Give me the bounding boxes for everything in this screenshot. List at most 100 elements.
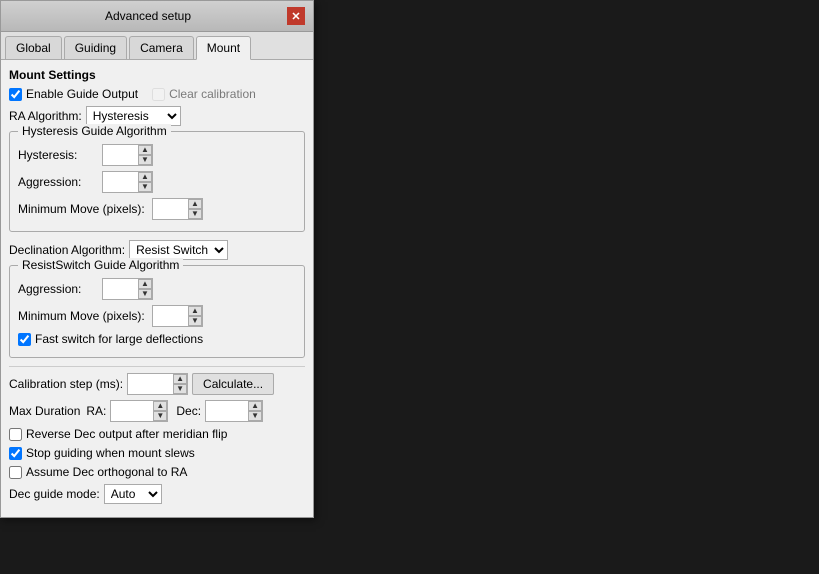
- stop-guiding-label: Stop guiding when mount slews: [26, 446, 195, 460]
- separator1: [9, 366, 305, 367]
- cal-step-up-btn[interactable]: ▲: [173, 374, 187, 384]
- tab-camera[interactable]: Camera: [129, 36, 194, 59]
- max-duration-row: Max Duration RA: 2000 ▲ ▼ Dec: 2000 ▲ ▼: [9, 400, 305, 422]
- max-duration-ra-input[interactable]: 2000: [111, 403, 153, 419]
- rs-aggression-input[interactable]: 100: [103, 281, 138, 297]
- tab-guiding[interactable]: Guiding: [64, 36, 127, 59]
- cal-step-spinner: 3000 ▲ ▼: [127, 373, 188, 395]
- assume-dec-checkbox[interactable]: [9, 466, 22, 479]
- guide-output-row: Enable Guide Output Clear calibration: [9, 87, 305, 101]
- hy-aggression-spinner-btns: ▲ ▼: [138, 172, 152, 192]
- resistswitch-group: ResistSwitch Guide Algorithm Aggression:…: [9, 265, 305, 358]
- mount-content: Mount Settings Enable Guide Output Clear…: [1, 60, 313, 517]
- hysteresis-inner: Hysteresis: 10 ▲ ▼ Aggression: 70: [18, 144, 296, 220]
- hy-aggression-row: Aggression: 70 ▲ ▼: [18, 171, 296, 193]
- reverse-dec-row: Reverse Dec output after meridian flip: [9, 427, 305, 441]
- max-duration-ra-spinner: 2000 ▲ ▼: [110, 400, 168, 422]
- hy-aggression-input[interactable]: 70: [103, 174, 138, 190]
- close-button[interactable]: ✕: [287, 7, 305, 25]
- hysteresis-group: Hysteresis Guide Algorithm Hysteresis: 1…: [9, 131, 305, 232]
- dec-algorithm-select[interactable]: Resist Switch None LowPass: [129, 240, 228, 260]
- cal-step-spinner-btns: ▲ ▼: [173, 374, 187, 394]
- rs-minmove-down-btn[interactable]: ▼: [188, 316, 202, 326]
- resistswitch-inner: Aggression: 100 ▲ ▼ Minimum Move (pixels…: [18, 278, 296, 346]
- stop-guiding-row: Stop guiding when mount slews: [9, 446, 305, 460]
- rs-minmove-spinner: 0.20 ▲ ▼: [152, 305, 203, 327]
- max-duration-dec-up-btn[interactable]: ▲: [248, 401, 262, 411]
- max-duration-ra-up-btn[interactable]: ▲: [153, 401, 167, 411]
- max-duration-label: Max Duration: [9, 404, 80, 418]
- fast-switch-label: Fast switch for large deflections: [35, 332, 203, 346]
- dec-guide-mode-select[interactable]: Auto None North South: [104, 484, 162, 504]
- hy-aggression-down-btn[interactable]: ▼: [138, 182, 152, 192]
- ra-algorithm-select[interactable]: Hysteresis ResistSwitch LowPass LowPass2: [86, 106, 181, 126]
- hysteresis-row: Hysteresis: 10 ▲ ▼: [18, 144, 296, 166]
- hy-minmove-label: Minimum Move (pixels):: [18, 202, 148, 216]
- fast-switch-row: Fast switch for large deflections: [18, 332, 296, 346]
- resistswitch-legend: ResistSwitch Guide Algorithm: [18, 258, 183, 272]
- rs-minmove-up-btn[interactable]: ▲: [188, 306, 202, 316]
- rs-minmove-spinner-btns: ▲ ▼: [188, 306, 202, 326]
- rs-minmove-label: Minimum Move (pixels):: [18, 309, 148, 323]
- dec-algorithm-label: Declination Algorithm:: [9, 243, 125, 257]
- tab-global[interactable]: Global: [5, 36, 62, 59]
- max-duration-dec-spinner-btns: ▲ ▼: [248, 401, 262, 421]
- mount-settings-title: Mount Settings: [9, 68, 305, 82]
- hy-minmove-input[interactable]: 0.20: [153, 201, 188, 217]
- cal-step-down-btn[interactable]: ▼: [173, 384, 187, 394]
- hy-minmove-up-btn[interactable]: ▲: [188, 199, 202, 209]
- hysteresis-label: Hysteresis:: [18, 148, 98, 162]
- hysteresis-input[interactable]: 10: [103, 147, 138, 163]
- hy-minmove-spinner: 0.20 ▲ ▼: [152, 198, 203, 220]
- clear-calibration-checkbox[interactable]: [152, 88, 165, 101]
- enable-guide-output-label: Enable Guide Output: [26, 87, 138, 101]
- cal-step-row: Calibration step (ms): 3000 ▲ ▼ Calculat…: [9, 373, 305, 395]
- assume-dec-label: Assume Dec orthogonal to RA: [26, 465, 187, 479]
- ra-algorithm-label: RA Algorithm:: [9, 109, 82, 123]
- hy-minmove-down-btn[interactable]: ▼: [188, 209, 202, 219]
- hysteresis-spinner: 10 ▲ ▼: [102, 144, 153, 166]
- max-duration-dec-input[interactable]: 2000: [206, 403, 248, 419]
- hysteresis-down-btn[interactable]: ▼: [138, 155, 152, 165]
- cal-step-label: Calibration step (ms):: [9, 377, 123, 391]
- dec-guide-mode-row: Dec guide mode: Auto None North South: [9, 484, 305, 504]
- hysteresis-spinner-btns: ▲ ▼: [138, 145, 152, 165]
- reverse-dec-label: Reverse Dec output after meridian flip: [26, 427, 227, 441]
- max-duration-ra-down-btn[interactable]: ▼: [153, 411, 167, 421]
- rs-aggression-down-btn[interactable]: ▼: [138, 289, 152, 299]
- enable-guide-output-checkbox[interactable]: [9, 88, 22, 101]
- max-duration-ra-spinner-btns: ▲ ▼: [153, 401, 167, 421]
- ra-algorithm-row: RA Algorithm: Hysteresis ResistSwitch Lo…: [9, 106, 305, 126]
- max-duration-dec-spinner: 2000 ▲ ▼: [205, 400, 263, 422]
- rs-aggression-spinner: 100 ▲ ▼: [102, 278, 153, 300]
- main-window: Advanced setup ✕ Global Guiding Camera M…: [0, 0, 314, 518]
- hysteresis-up-btn[interactable]: ▲: [138, 145, 152, 155]
- fast-switch-checkbox[interactable]: [18, 333, 31, 346]
- window-title: Advanced setup: [9, 9, 287, 23]
- hy-minmove-row: Minimum Move (pixels): 0.20 ▲ ▼: [18, 198, 296, 220]
- hy-aggression-spinner: 70 ▲ ▼: [102, 171, 153, 193]
- rs-minmove-input[interactable]: 0.20: [153, 308, 188, 324]
- dec-guide-mode-label: Dec guide mode:: [9, 487, 100, 501]
- tab-mount[interactable]: Mount: [196, 36, 251, 60]
- max-duration-dec-label: Dec:: [176, 404, 201, 418]
- clear-calibration-label: Clear calibration: [169, 87, 256, 101]
- rs-aggression-row: Aggression: 100 ▲ ▼: [18, 278, 296, 300]
- hysteresis-legend: Hysteresis Guide Algorithm: [18, 124, 171, 138]
- hy-aggression-up-btn[interactable]: ▲: [138, 172, 152, 182]
- rs-aggression-up-btn[interactable]: ▲: [138, 279, 152, 289]
- calculate-button[interactable]: Calculate...: [192, 373, 274, 395]
- reverse-dec-checkbox[interactable]: [9, 428, 22, 441]
- assume-dec-row: Assume Dec orthogonal to RA: [9, 465, 305, 479]
- title-bar: Advanced setup ✕: [1, 1, 313, 32]
- rs-aggression-label: Aggression:: [18, 282, 98, 296]
- cal-step-input[interactable]: 3000: [128, 376, 173, 392]
- max-duration-ra-label: RA:: [86, 404, 106, 418]
- rs-minmove-row: Minimum Move (pixels): 0.20 ▲ ▼: [18, 305, 296, 327]
- max-duration-dec-down-btn[interactable]: ▼: [248, 411, 262, 421]
- hy-minmove-spinner-btns: ▲ ▼: [188, 199, 202, 219]
- stop-guiding-checkbox[interactable]: [9, 447, 22, 460]
- dec-algorithm-row: Declination Algorithm: Resist Switch Non…: [9, 240, 305, 260]
- rs-aggression-spinner-btns: ▲ ▼: [138, 279, 152, 299]
- tab-bar: Global Guiding Camera Mount: [1, 32, 313, 60]
